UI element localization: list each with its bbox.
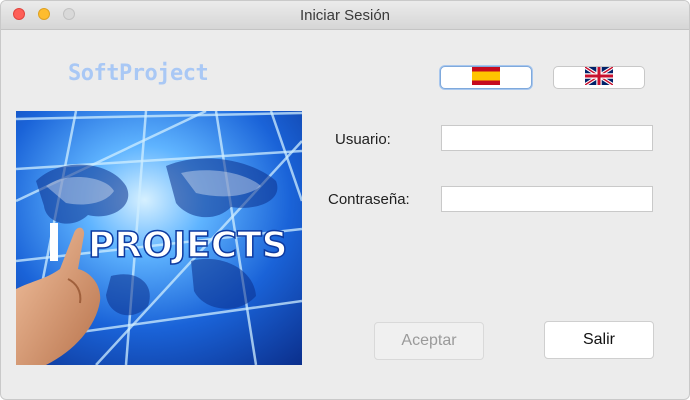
password-label: Contraseña: — [328, 191, 410, 208]
language-spanish-button[interactable] — [440, 66, 532, 89]
title-bar[interactable]: Iniciar Sesión — [1, 1, 689, 30]
password-input[interactable] — [441, 186, 653, 212]
brand-logo-text: SoftProject — [68, 61, 209, 86]
accept-button[interactable]: Aceptar — [374, 322, 484, 360]
user-label: Usuario: — [335, 131, 391, 148]
hero-projects-word: PROJECTS — [88, 225, 288, 266]
window-title: Iniciar Sesión — [299, 7, 391, 24]
spain-flag-icon — [472, 67, 500, 88]
projects-hero-image: PROJECTS — [16, 111, 302, 365]
exit-button[interactable]: Salir — [544, 321, 654, 359]
uk-flag-icon — [584, 65, 614, 88]
user-input[interactable] — [441, 125, 653, 151]
language-english-button[interactable] — [553, 65, 645, 89]
login-window: Iniciar Sesión SoftProject PROJECTS Usua… — [0, 0, 690, 400]
